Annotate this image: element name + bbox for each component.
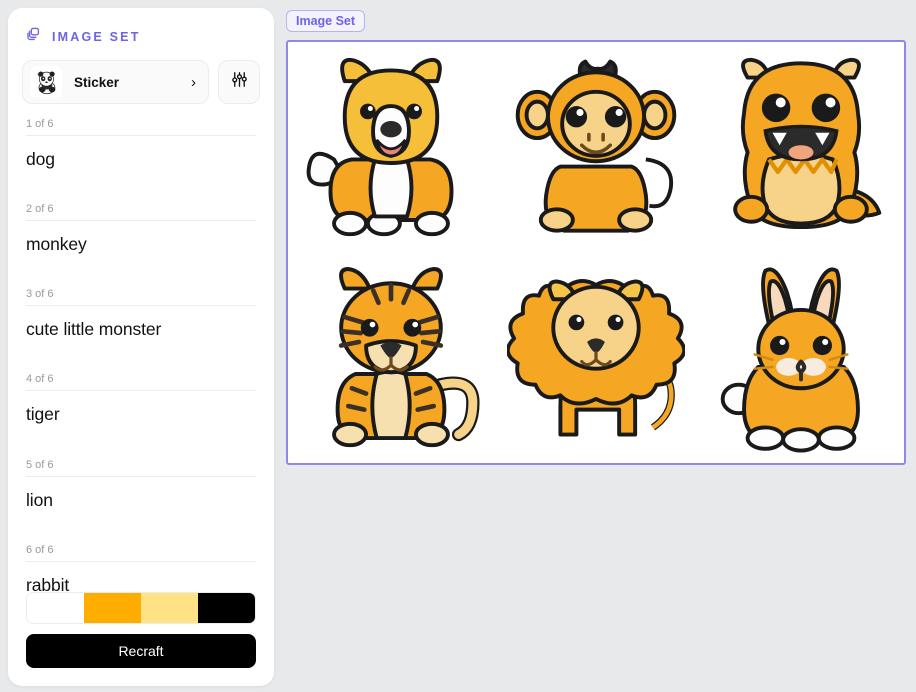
sidebar-panel: IMAGE SET Sticker › 1 of 6 dog 2 of 6 mo… (8, 8, 274, 686)
lion-sticker[interactable] (506, 260, 685, 456)
model-selector-button[interactable]: Sticker › (22, 60, 209, 104)
item-counter: 1 of 6 (26, 118, 54, 130)
prompt-list: 1 of 6 dog 2 of 6 monkey 3 of 6 cute lit… (8, 114, 274, 592)
tiger-sticker[interactable] (302, 260, 480, 456)
item-counter: 4 of 6 (26, 373, 54, 386)
item-counter: 5 of 6 (26, 458, 54, 471)
rabbit-sticker[interactable] (712, 260, 890, 456)
app-root: IMAGE SET Sticker › 1 of 6 dog 2 of 6 mo… (0, 0, 916, 692)
item-counter: 2 of 6 (26, 203, 54, 216)
item-prompt-text: dog (26, 149, 55, 169)
list-item[interactable]: 4 of 6 tiger (26, 369, 256, 454)
item-prompt-text: lion (26, 489, 53, 510)
monkey-sticker[interactable] (507, 49, 685, 245)
sliders-icon (230, 70, 249, 94)
list-item[interactable]: 1 of 6 dog (26, 114, 256, 199)
list-item[interactable]: 5 of 6 lion (26, 455, 256, 540)
recraft-button[interactable]: Recraft (26, 634, 256, 668)
image-set-badge[interactable]: Image Set (286, 10, 366, 32)
layers-stack-icon (26, 26, 43, 48)
color-palette[interactable] (26, 592, 256, 624)
monster-sticker[interactable] (712, 49, 890, 245)
main-area: Image Set (286, 10, 906, 465)
item-prompt-text: monkey (26, 234, 87, 255)
model-selector-row: Sticker › (8, 56, 274, 114)
item-counter: 6 of 6 (26, 543, 54, 556)
list-item[interactable]: 2 of 6 monkey (26, 199, 256, 284)
sidebar-footer: Recraft (8, 592, 274, 686)
chevron-right-icon: › (191, 73, 196, 91)
list-item[interactable]: 6 of 6 rabbit (26, 540, 256, 592)
panda-avatar (30, 66, 62, 98)
color-swatch[interactable] (84, 593, 141, 623)
list-item[interactable]: 3 of 6 cute little monster (26, 284, 256, 369)
model-selector-label: Sticker (74, 74, 120, 90)
image-set-canvas (286, 40, 906, 465)
item-prompt-text: cute little monster (26, 319, 162, 340)
sidebar-header: IMAGE SET (8, 8, 274, 56)
dog-sticker[interactable] (302, 49, 480, 245)
color-swatch[interactable] (198, 593, 255, 623)
item-prompt-text: rabbit (26, 574, 70, 592)
panel-title: IMAGE SET (52, 30, 141, 44)
color-swatch[interactable] (27, 593, 84, 623)
color-swatch[interactable] (141, 593, 198, 623)
item-counter: 3 of 6 (26, 288, 54, 301)
settings-button[interactable] (218, 60, 260, 104)
item-prompt-text: tiger (26, 404, 60, 425)
